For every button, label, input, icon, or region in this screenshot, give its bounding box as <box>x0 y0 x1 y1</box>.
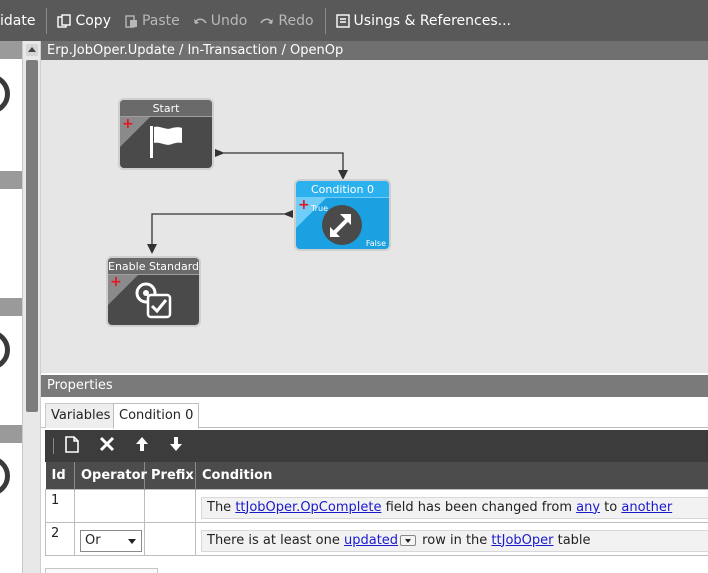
redo-icon <box>260 14 274 28</box>
operator-dropdown[interactable]: Or <box>80 529 142 552</box>
condition-node[interactable]: Condition 0 + True False <box>296 181 389 249</box>
column-header-condition[interactable]: Condition <box>195 462 708 489</box>
row-operator[interactable] <box>74 488 145 523</box>
row-prefix[interactable] <box>144 521 196 556</box>
grid-toolbar-separator <box>53 438 54 454</box>
undo-label: Undo <box>210 12 248 29</box>
to-value-link[interactable]: another <box>621 500 672 515</box>
sidebar-header[interactable] <box>0 298 22 316</box>
row-state-link[interactable]: updated <box>344 533 398 548</box>
table-row[interactable]: 2 Or There is at least one updated row i… <box>45 521 708 556</box>
table-header-row: Id Operator Prefix Condition <box>45 462 708 489</box>
toolbox-item-icon[interactable] <box>0 330 10 370</box>
undo-icon <box>193 14 207 28</box>
row-id: 2 <box>45 521 75 556</box>
row-prefix[interactable] <box>144 488 196 523</box>
row-condition: The ttJobOper.OpComplete field has been … <box>195 488 708 523</box>
copy-label: Copy <box>75 12 111 29</box>
usings-references-label: Usings & References... <box>353 12 511 29</box>
scroll-up-icon[interactable] <box>26 44 38 56</box>
validate-button[interactable]: idate <box>0 0 42 41</box>
properties-title: Properties <box>41 375 708 397</box>
undo-button[interactable]: Undo <box>187 0 255 41</box>
workflow-canvas[interactable]: Start + Condition 0 + True False Enable … <box>41 60 708 373</box>
conditions-table: Id Operator Prefix Condition 1 The ttJob… <box>45 462 708 556</box>
tab-variables-label: Variables <box>51 408 111 423</box>
references-icon <box>335 13 350 28</box>
flag-icon <box>150 126 182 158</box>
move-down-icon[interactable] <box>166 436 186 456</box>
add-icon[interactable]: + <box>110 275 122 289</box>
condition-node-title: Condition 0 <box>296 181 389 198</box>
row-condition: There is at least one updated row in the… <box>195 521 708 556</box>
app-window: idate Copy Paste Undo Redo Usings & Refe… <box>0 0 708 573</box>
toolbar-separator <box>46 7 48 34</box>
new-row-icon[interactable] <box>62 436 82 456</box>
paste-label: Paste <box>141 12 180 29</box>
false-branch-label: False <box>365 239 386 248</box>
condition-arrows-icon <box>322 205 362 245</box>
move-up-icon[interactable] <box>132 436 152 456</box>
field-link[interactable]: ttJobOper.OpComplete <box>235 500 381 515</box>
condition-sentence: There is at least one updated row in the… <box>201 529 708 552</box>
tab-condition-0[interactable]: Condition 0 <box>113 403 200 429</box>
toolbar-separator <box>324 7 326 34</box>
column-header-prefix[interactable]: Prefix <box>144 462 196 489</box>
properties-tabs: Variables Condition 0 <box>41 397 708 429</box>
condition-grid: Id Operator Prefix Condition 1 The ttJob… <box>45 430 708 573</box>
start-node[interactable]: Start + <box>120 100 212 168</box>
from-value-link[interactable]: any <box>576 500 600 515</box>
enable-standard-node[interactable]: Enable Standard D + <box>108 258 199 325</box>
toolbox-item-icon[interactable] <box>0 456 10 496</box>
start-node-title: Start <box>120 100 212 117</box>
usings-references-button[interactable]: Usings & References... <box>330 0 518 41</box>
add-icon[interactable]: + <box>122 117 134 131</box>
sidebar-header[interactable] <box>0 171 22 189</box>
sidebar-header[interactable] <box>0 41 22 59</box>
sidebar-header[interactable] <box>0 425 22 443</box>
toolbox-sidebar <box>0 41 23 573</box>
copy-icon <box>57 13 72 28</box>
add-icon[interactable]: + <box>298 198 310 212</box>
toolbar: idate Copy Paste Undo Redo Usings & Refe… <box>0 0 708 41</box>
row-operator[interactable]: Or <box>74 521 145 556</box>
validate-label: idate <box>0 12 36 29</box>
grid-toolbar <box>45 430 708 462</box>
enable-standard-node-title: Enable Standard D <box>108 258 199 275</box>
row-id: 1 <box>45 488 75 523</box>
scroll-thumb[interactable] <box>26 60 38 412</box>
redo-label: Redo <box>278 12 314 29</box>
column-header-operator[interactable]: Operator <box>74 462 147 489</box>
sidebar-scrollbar[interactable] <box>23 41 41 573</box>
bottom-tab-strip <box>45 568 158 573</box>
row-state-dropdown-icon[interactable] <box>400 534 417 546</box>
table-link[interactable]: ttJobOper <box>491 533 553 548</box>
tab-condition-0-label: Condition 0 <box>119 408 194 423</box>
paste-button[interactable]: Paste <box>118 0 187 41</box>
check-gear-icon <box>135 282 172 319</box>
toolbox-item-icon[interactable] <box>0 74 10 114</box>
copy-button[interactable]: Copy <box>51 0 118 41</box>
tab-variables[interactable]: Variables <box>45 403 117 428</box>
delete-icon[interactable] <box>97 436 117 456</box>
table-row[interactable]: 1 The ttJobOper.OpComplete field has bee… <box>45 488 708 523</box>
paste-icon <box>124 14 138 28</box>
canvas-breadcrumb: Erp.JobOper.Update / In-Transaction / Op… <box>41 41 708 60</box>
column-header-id[interactable]: Id <box>45 462 75 489</box>
condition-sentence: The ttJobOper.OpComplete field has been … <box>201 496 708 519</box>
redo-button[interactable]: Redo <box>254 0 320 41</box>
